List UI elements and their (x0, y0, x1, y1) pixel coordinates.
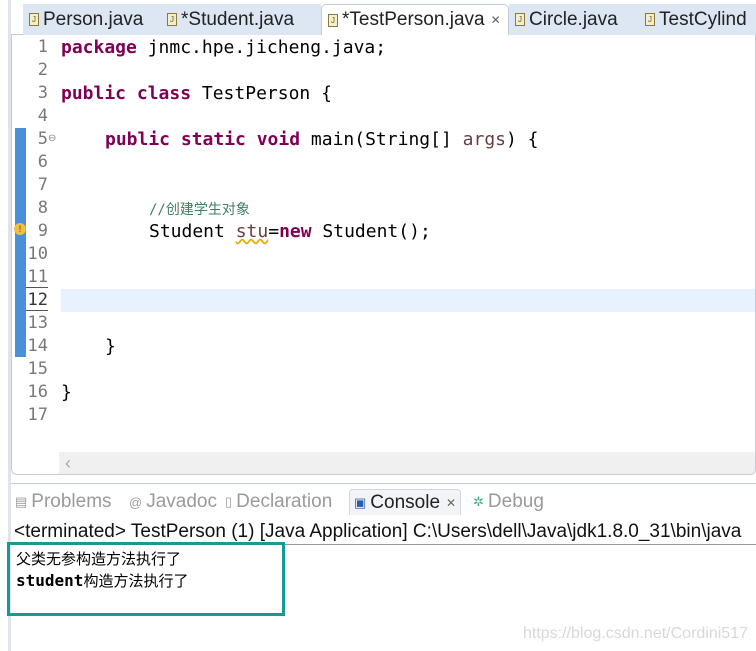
code-line-3: public class TestPerson { (61, 83, 332, 104)
code-line-5: public static void main(String[] args) { (105, 129, 539, 150)
editor-tab-bar: J Person.java J *Student.java J *TestPerson… (11, 0, 756, 35)
java-file-icon: J (645, 13, 655, 26)
close-icon[interactable]: ✕ (491, 13, 501, 27)
code-line-1: package jnmc.hpe.jicheng.java; (61, 37, 387, 58)
line-number: 6 (37, 152, 48, 172)
java-file-icon: J (515, 13, 525, 26)
bug-icon: ✲ (473, 494, 484, 509)
code-editor[interactable]: ! ⊖ 1 2 3 4 5 6 7 8 9 10 11 12 13 14 15 16 17 package jn… (11, 35, 756, 475)
line-number: 11 (27, 267, 48, 287)
line-number: 4 (37, 106, 48, 126)
tab-console[interactable]: ▣ Console ✕ (349, 489, 462, 515)
tab-label: Person.java (43, 8, 144, 30)
console-output-line: 父类无参构造方法执行了 (16, 551, 182, 568)
line-number: 17 (27, 405, 48, 425)
tab-problems[interactable]: ▤ Problems (15, 489, 112, 515)
at-icon: @ (129, 494, 143, 510)
line-number: 2 (37, 60, 48, 80)
tab-testperson-java[interactable]: J *TestPerson.java ✕ (321, 4, 509, 35)
tab-declaration[interactable]: ▯ Declaration (225, 489, 332, 515)
java-file-warning-icon: J (328, 13, 338, 27)
eclipse-window: J Person.java J *Student.java J *TestPerson… (0, 0, 756, 651)
watermark: https://blog.csdn.net/Cordini517 (522, 625, 748, 642)
tab-label: *TestPerson.java (342, 9, 485, 30)
line-number: 16 (27, 382, 48, 402)
tab-circle-java[interactable]: J Circle.java (509, 4, 639, 35)
tab-label: Javadoc (146, 491, 217, 512)
gutter-divider (26, 310, 48, 311)
declaration-icon: ▯ (225, 494, 233, 509)
close-icon[interactable]: ✕ (446, 496, 456, 510)
tab-debug[interactable]: ✲ Debug (473, 489, 544, 515)
line-number: 10 (27, 244, 48, 264)
line-number: 7 (37, 175, 48, 195)
fold-collapse-icon[interactable]: ⊖ (48, 133, 56, 144)
java-file-icon: J (167, 13, 177, 26)
code-line-14: } (105, 336, 116, 357)
console-icon: ▣ (354, 494, 367, 510)
console-status: <terminated> TestPerson (1) [Java Applic… (14, 521, 742, 542)
tab-label: TestCylind (659, 8, 747, 30)
line-number: 14 (27, 336, 48, 356)
change-marker-bar (15, 128, 26, 357)
tab-label: *Student.java (181, 8, 295, 30)
line-number: 12 (27, 290, 48, 310)
tab-student-java[interactable]: J *Student.java (161, 4, 321, 35)
current-line-highlight (61, 289, 755, 312)
console-output-line: student构造方法执行了 (16, 571, 189, 590)
scroll-left-icon[interactable]: ‹ (65, 453, 71, 473)
problems-icon: ▤ (15, 494, 28, 509)
tab-label: Circle.java (529, 8, 618, 30)
line-number: 8 (37, 198, 48, 218)
line-number: 5 (37, 129, 48, 149)
console-panel: ▤ Problems @ Javadoc ▯ Declaration ▣ Console… (7, 483, 756, 651)
warning-icon[interactable]: ! (14, 223, 26, 235)
line-number: 9 (37, 221, 48, 241)
code-line-8-comment: //创建学生对象 (149, 202, 250, 218)
tab-label: Declaration (236, 491, 333, 512)
tab-label: Problems (31, 491, 112, 512)
tab-person-java[interactable]: J Person.java (23, 4, 161, 35)
horizontal-scrollbar[interactable]: ‹ (59, 452, 755, 474)
tab-label: Console (370, 491, 441, 513)
line-number: 13 (27, 313, 48, 333)
line-number: 15 (27, 359, 48, 379)
gutter-divider (26, 287, 48, 288)
tab-label: Debug (487, 491, 544, 512)
line-number: 3 (37, 83, 48, 103)
code-line-16: } (61, 382, 72, 403)
code-line-9: Student stu=new Student(); (149, 221, 431, 242)
tab-testcylinder-java[interactable]: J TestCylind (639, 4, 756, 35)
java-file-icon: J (29, 13, 39, 26)
line-number: 1 (37, 37, 48, 57)
tab-javadoc[interactable]: @ Javadoc (129, 489, 217, 515)
